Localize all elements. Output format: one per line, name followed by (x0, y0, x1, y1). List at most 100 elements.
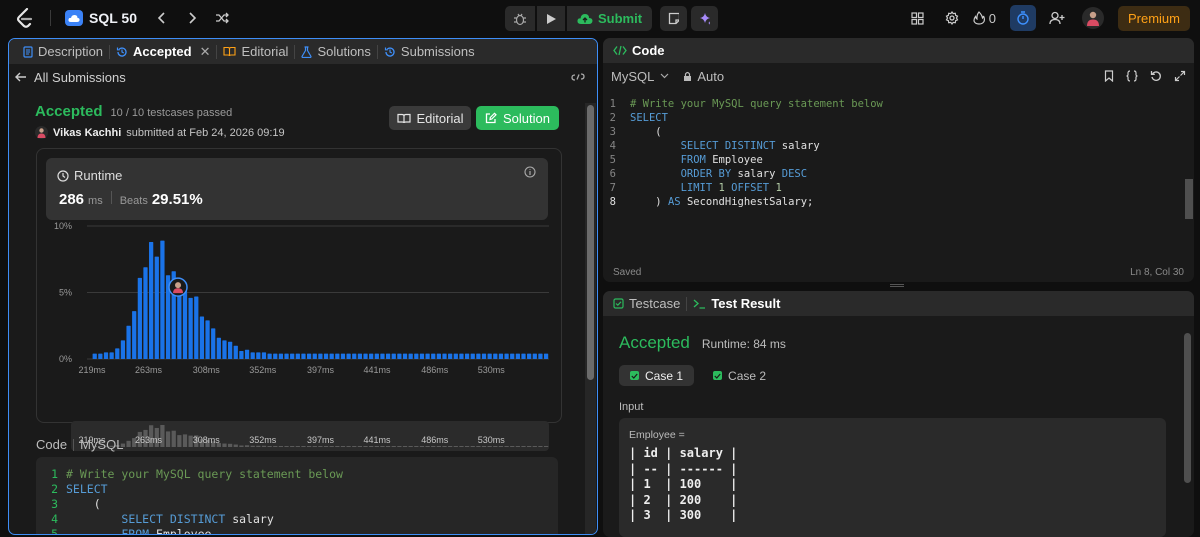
histogram-bar[interactable] (543, 353, 549, 359)
tab-editorial[interactable]: Editorial (217, 44, 294, 59)
tab-code[interactable]: Code (613, 43, 671, 58)
histogram-bar[interactable] (352, 353, 357, 359)
histogram-bar[interactable] (137, 277, 142, 359)
histogram-bar[interactable] (340, 353, 346, 359)
add-user-icon[interactable] (1044, 5, 1070, 31)
histogram-bar[interactable] (442, 353, 447, 359)
histogram-bar[interactable] (459, 353, 464, 359)
histogram-bar[interactable] (374, 353, 379, 359)
histogram-bar[interactable] (160, 240, 165, 359)
histogram-bar[interactable] (385, 353, 391, 359)
histogram-bar[interactable] (256, 352, 261, 359)
code-line[interactable]: 6 ORDER BY salary DESC (603, 167, 1178, 181)
histogram-bar[interactable] (312, 353, 317, 359)
code-line[interactable]: 4 SELECT DISTINCT salary (36, 512, 558, 527)
histogram-bar[interactable] (182, 291, 188, 359)
submit-button[interactable]: Submit (567, 6, 653, 31)
avatar[interactable] (1081, 7, 1104, 29)
histogram-bar[interactable] (250, 352, 255, 359)
histogram-bar[interactable] (92, 353, 97, 359)
histogram-bar[interactable] (448, 353, 453, 359)
code-line[interactable]: 4 SELECT DISTINCT salary (603, 139, 1178, 153)
histogram-bar[interactable] (425, 353, 430, 359)
histogram-bar[interactable] (120, 340, 126, 359)
histogram-bar[interactable] (380, 353, 385, 359)
code-line[interactable]: 7 LIMIT 1 OFFSET 1 (603, 181, 1178, 195)
code-line[interactable]: 2 SELECT (603, 111, 1178, 125)
histogram-bar[interactable] (301, 353, 306, 359)
histogram-bar[interactable] (453, 353, 458, 359)
histogram-bar[interactable] (115, 348, 120, 359)
histogram-bar[interactable] (470, 353, 475, 359)
histogram-bar[interactable] (481, 353, 487, 359)
histogram-bar[interactable] (419, 353, 425, 359)
resize-handle[interactable] (890, 284, 904, 287)
tab-description[interactable]: Description (17, 44, 109, 59)
histogram-bar[interactable] (306, 353, 312, 359)
chevron-right-icon[interactable] (179, 5, 205, 31)
histogram-bar[interactable] (205, 320, 210, 359)
histogram-bar[interactable] (408, 353, 413, 359)
histogram-bar[interactable] (532, 353, 537, 359)
histogram-bar[interactable] (177, 295, 182, 359)
histogram-bar[interactable] (329, 353, 334, 359)
histogram-bar[interactable] (318, 353, 323, 359)
notes-button[interactable] (660, 6, 688, 31)
tab-solutions[interactable]: Solutions (295, 44, 376, 59)
histogram-bar[interactable] (273, 353, 278, 359)
case-tab-1[interactable]: Case 1 (619, 365, 695, 386)
histogram-bar[interactable] (369, 353, 374, 359)
histogram-bar[interactable] (431, 353, 436, 359)
histogram-bar[interactable] (290, 353, 295, 359)
problem-list-button[interactable]: SQL 50 (65, 10, 137, 26)
back-link[interactable]: All Submissions (15, 70, 126, 85)
histogram-bar[interactable] (323, 353, 329, 359)
code-line[interactable]: 3 ( (603, 125, 1178, 139)
histogram-bar[interactable] (493, 353, 498, 359)
tab-accepted[interactable]: Accepted ✕ (110, 44, 216, 60)
code-line[interactable]: 1 # Write your MySQL query statement belo… (603, 97, 1178, 111)
submission-code-block[interactable]: 1 # Write your MySQL query statement belo… (36, 457, 558, 534)
scrollbar-thumb[interactable] (587, 105, 594, 380)
histogram-bar[interactable] (211, 328, 216, 359)
run-button[interactable] (537, 6, 565, 31)
editorial-button[interactable]: Editorial (389, 106, 471, 130)
chevron-left-icon[interactable] (149, 5, 175, 31)
histogram-bar[interactable] (414, 353, 419, 359)
histogram-bar[interactable] (402, 353, 408, 359)
histogram-bar[interactable] (132, 311, 137, 359)
histogram-bar[interactable] (233, 345, 238, 359)
histogram-bar[interactable] (335, 353, 340, 359)
code-line[interactable]: 5 FROM Employee (603, 153, 1178, 167)
histogram-bar[interactable] (199, 316, 205, 359)
expand-icon[interactable] (1174, 70, 1186, 82)
close-tab-icon[interactable]: ✕ (200, 44, 211, 60)
result-scrollbar[interactable] (1184, 333, 1191, 483)
histogram-bar[interactable] (295, 353, 300, 359)
username[interactable]: Vikas Kachhi (53, 127, 121, 139)
histogram-bar[interactable] (149, 241, 154, 359)
debug-button[interactable] (505, 6, 535, 31)
histogram-bar[interactable] (357, 353, 363, 359)
histogram-bar[interactable] (515, 353, 520, 359)
histogram-bar[interactable] (346, 353, 351, 359)
histogram-bar[interactable] (103, 352, 109, 359)
streak-counter[interactable]: 0 (973, 11, 996, 26)
histogram-bar[interactable] (397, 353, 402, 359)
code-line[interactable]: 1 # Write your MySQL query statement belo… (36, 467, 558, 482)
bookmark-icon[interactable] (1104, 70, 1114, 82)
histogram-bar[interactable] (278, 353, 284, 359)
histogram-bar[interactable] (510, 353, 515, 359)
histogram-bar[interactable] (521, 353, 526, 359)
shuffle-icon[interactable] (209, 5, 235, 31)
histogram-bar[interactable] (222, 340, 227, 359)
settings-gear-icon[interactable] (939, 5, 965, 31)
histogram-bar[interactable] (98, 353, 103, 359)
auto-mode[interactable]: Auto (683, 69, 724, 84)
histogram-bar[interactable] (126, 325, 131, 359)
link-icon[interactable] (571, 71, 585, 83)
histogram-bar[interactable] (538, 353, 543, 359)
histogram-bar[interactable] (267, 353, 272, 359)
reset-icon[interactable] (1150, 70, 1162, 82)
code-line[interactable]: 2 SELECT (36, 482, 558, 497)
